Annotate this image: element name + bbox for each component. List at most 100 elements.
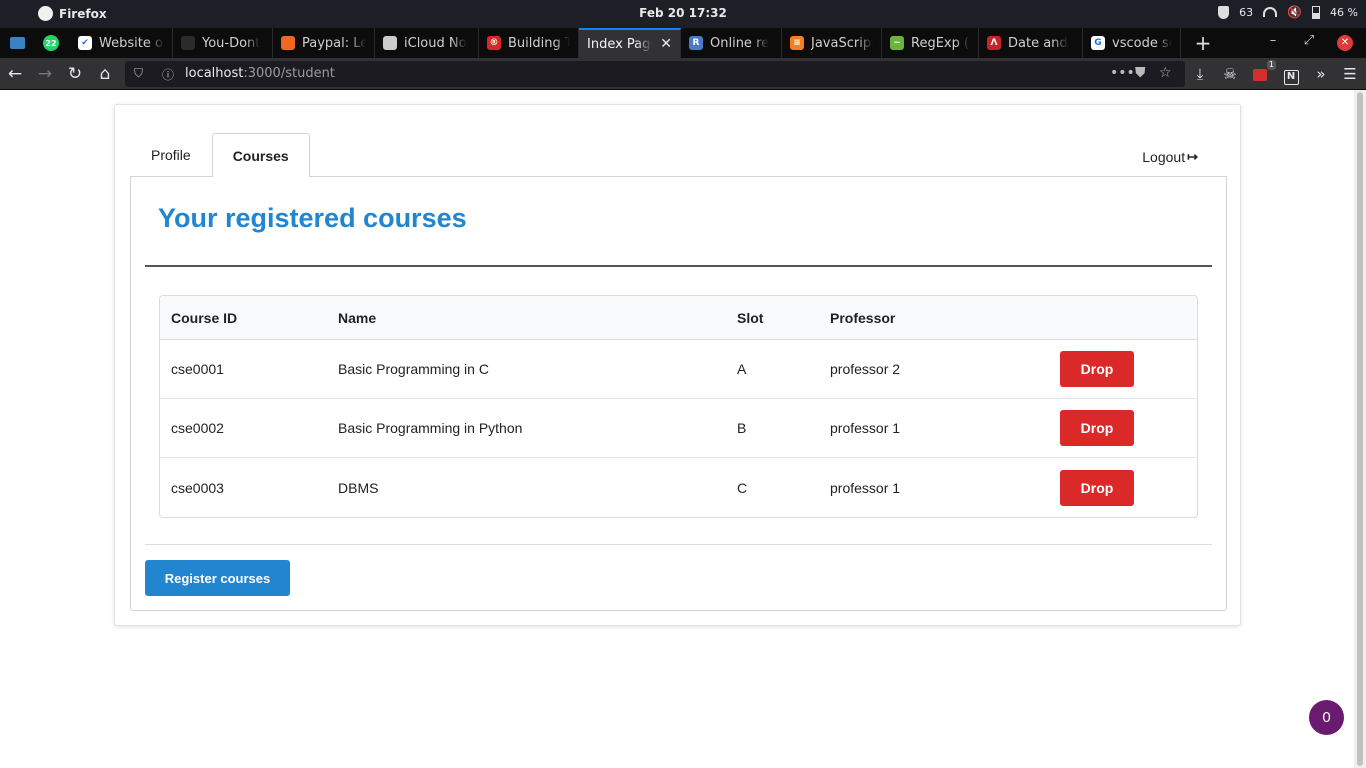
tab-courses[interactable]: Courses <box>211 133 310 177</box>
figure-icon: Λ <box>987 36 1001 50</box>
browser-tab[interactable]: iCloud No <box>375 28 479 58</box>
logout-label: Logout <box>1142 149 1186 165</box>
page-actions-icon[interactable]: ••• <box>1110 65 1135 81</box>
sign-out-icon: ↦ <box>1187 149 1198 164</box>
overflow-menu-icon[interactable]: » <box>1311 64 1331 84</box>
battery-percent: 46 % <box>1330 5 1358 19</box>
browser-tab[interactable]: ✔ Website or <box>70 28 173 58</box>
browser-tab-label: JavaScript <box>811 35 873 51</box>
tab-profile[interactable]: Profile <box>130 133 212 176</box>
tray-value: 63 <box>1239 5 1254 19</box>
table-row: cse0001 Basic Programming in C A profess… <box>160 340 1197 399</box>
floating-counter-button[interactable]: 0 <box>1309 700 1344 735</box>
drop-button[interactable]: Drop <box>1060 410 1134 446</box>
page-tabs: Profile Courses <box>130 133 310 177</box>
courses-panel: Your registered courses Course ID Name S… <box>130 176 1227 611</box>
page-title: Your registered courses <box>158 203 467 233</box>
firefox-icon <box>38 6 53 21</box>
drop-button[interactable]: Drop <box>1060 351 1134 387</box>
browser-tab-label: vscode se <box>1112 35 1172 51</box>
shield-icon <box>1218 5 1230 19</box>
action-cell: Drop <box>1049 399 1197 458</box>
app-menu[interactable]: Firefox <box>38 6 107 21</box>
reload-button[interactable]: ↻ <box>64 63 86 85</box>
bookmark-star-icon[interactable]: ☆ <box>1159 65 1172 81</box>
system-tray[interactable]: 63 🔇 46 % <box>1218 5 1358 19</box>
course-id: cse0003 <box>171 479 224 496</box>
pinned-tab-whatsapp[interactable]: 22 <box>34 28 68 58</box>
browser-tab[interactable]: Λ Date and <box>979 28 1083 58</box>
browser-navbar: ← → ↻ ⌂ ⛉ ⓘ localhost:3000/student ••• ⛊… <box>0 58 1366 90</box>
site-info-icon[interactable]: ⓘ <box>162 66 174 83</box>
browser-tab-label: Building T <box>508 35 570 51</box>
column-header: Slot <box>726 296 819 340</box>
courses-table: Course ID Name Slot Professor cse0001 Ba… <box>159 295 1198 518</box>
flame-icon <box>281 36 295 50</box>
browser-tab[interactable]: Gvscode se <box>1083 28 1181 58</box>
browser-tab-label: Website or <box>99 35 164 51</box>
extension-red-icon[interactable]: 1 <box>1250 60 1276 84</box>
battery-icon <box>1312 5 1321 19</box>
browser-tab[interactable]: Index Page ✕ <box>579 28 681 58</box>
browser-tab-label: Paypal: Le <box>302 35 366 51</box>
logout-link[interactable]: Logout ↦ <box>1142 149 1198 165</box>
google-icon: G <box>1091 36 1105 50</box>
checkbox-icon: ✔ <box>78 36 92 50</box>
course-name: DBMS <box>338 479 379 496</box>
regexp-icon: ~ <box>890 36 904 50</box>
column-header: Professor <box>819 296 1049 340</box>
monitor-icon <box>9 37 25 49</box>
tracking-shield-icon[interactable]: ⛉ <box>134 66 143 81</box>
register-courses-button[interactable]: Register courses <box>145 560 290 596</box>
url-text[interactable]: localhost:3000/student <box>185 66 335 81</box>
notion-icon[interactable]: N <box>1281 64 1301 85</box>
column-header: Course ID <box>160 296 327 340</box>
page-scrollbar[interactable] <box>1354 90 1366 768</box>
course-professor: professor 1 <box>819 399 1049 458</box>
table-row: cse0002 Basic Programming in Python B pr… <box>160 399 1197 458</box>
close-tab-icon[interactable]: ✕ <box>660 36 672 52</box>
stackoverflow-icon: ≡ <box>790 36 804 50</box>
title-divider <box>145 265 1212 267</box>
home-button[interactable]: ⌂ <box>94 63 116 85</box>
react-icon: ® <box>487 36 501 50</box>
browser-tab[interactable]: ~ RegExp (X <box>882 28 979 58</box>
r-icon: R <box>689 36 703 50</box>
whatsapp-icon: 22 <box>43 35 59 51</box>
browser-tab-label: iCloud No <box>404 35 467 51</box>
restore-button[interactable]: ⤢ <box>1298 33 1320 48</box>
extension-badge: 1 <box>1266 60 1276 70</box>
course-professor: professor 2 <box>819 340 1049 399</box>
browser-tab[interactable]: Paypal: Le <box>273 28 375 58</box>
pinned-tab-monitor[interactable] <box>0 28 34 58</box>
scrollbar-thumb[interactable] <box>1357 92 1363 766</box>
github-icon <box>181 36 195 50</box>
close-window-button[interactable]: ✕ <box>1337 35 1353 51</box>
downloads-icon[interactable]: ⤓ <box>1190 64 1210 84</box>
course-id: cse0001 <box>160 340 327 399</box>
url-bar[interactable]: ⛉ ⓘ localhost:3000/student ••• ⛊ ☆ <box>125 61 1185 87</box>
new-tab-button[interactable]: + <box>1192 32 1214 54</box>
browser-tab-label: RegExp (X <box>911 35 970 51</box>
minimize-button[interactable]: – <box>1262 33 1284 48</box>
os-top-bar: Firefox Feb 20 17:32 63 🔇 46 % <box>0 0 1366 28</box>
drop-button[interactable]: Drop <box>1060 469 1134 506</box>
forward-button[interactable]: → <box>34 63 56 85</box>
course-professor: professor 1 <box>830 479 901 496</box>
browser-tab[interactable]: ® Building T <box>479 28 579 58</box>
browser-tab[interactable]: R Online re <box>681 28 782 58</box>
clock[interactable]: Feb 20 17:32 <box>0 6 1366 20</box>
browser-tab[interactable]: You-Dont <box>173 28 273 58</box>
extension-pirate-icon[interactable]: ☠ <box>1220 64 1240 84</box>
course-slot: B <box>726 399 819 458</box>
wifi-icon <box>1263 7 1278 17</box>
tab-list: ✔ Website or You-Dont Paypal: Le iCloud No ® B… <box>70 28 1181 58</box>
column-header: Name <box>327 296 726 340</box>
back-button[interactable]: ← <box>4 63 26 85</box>
pocket-icon[interactable]: ⛊ <box>1135 65 1146 81</box>
hamburger-menu-icon[interactable]: ☰ <box>1340 64 1360 84</box>
action-cell: Drop <box>1049 458 1197 517</box>
browser-tab-label: You-Dont <box>202 35 261 51</box>
browser-tab[interactable]: ≡ JavaScript <box>782 28 882 58</box>
browser-tab-label: Index Page <box>587 36 653 52</box>
